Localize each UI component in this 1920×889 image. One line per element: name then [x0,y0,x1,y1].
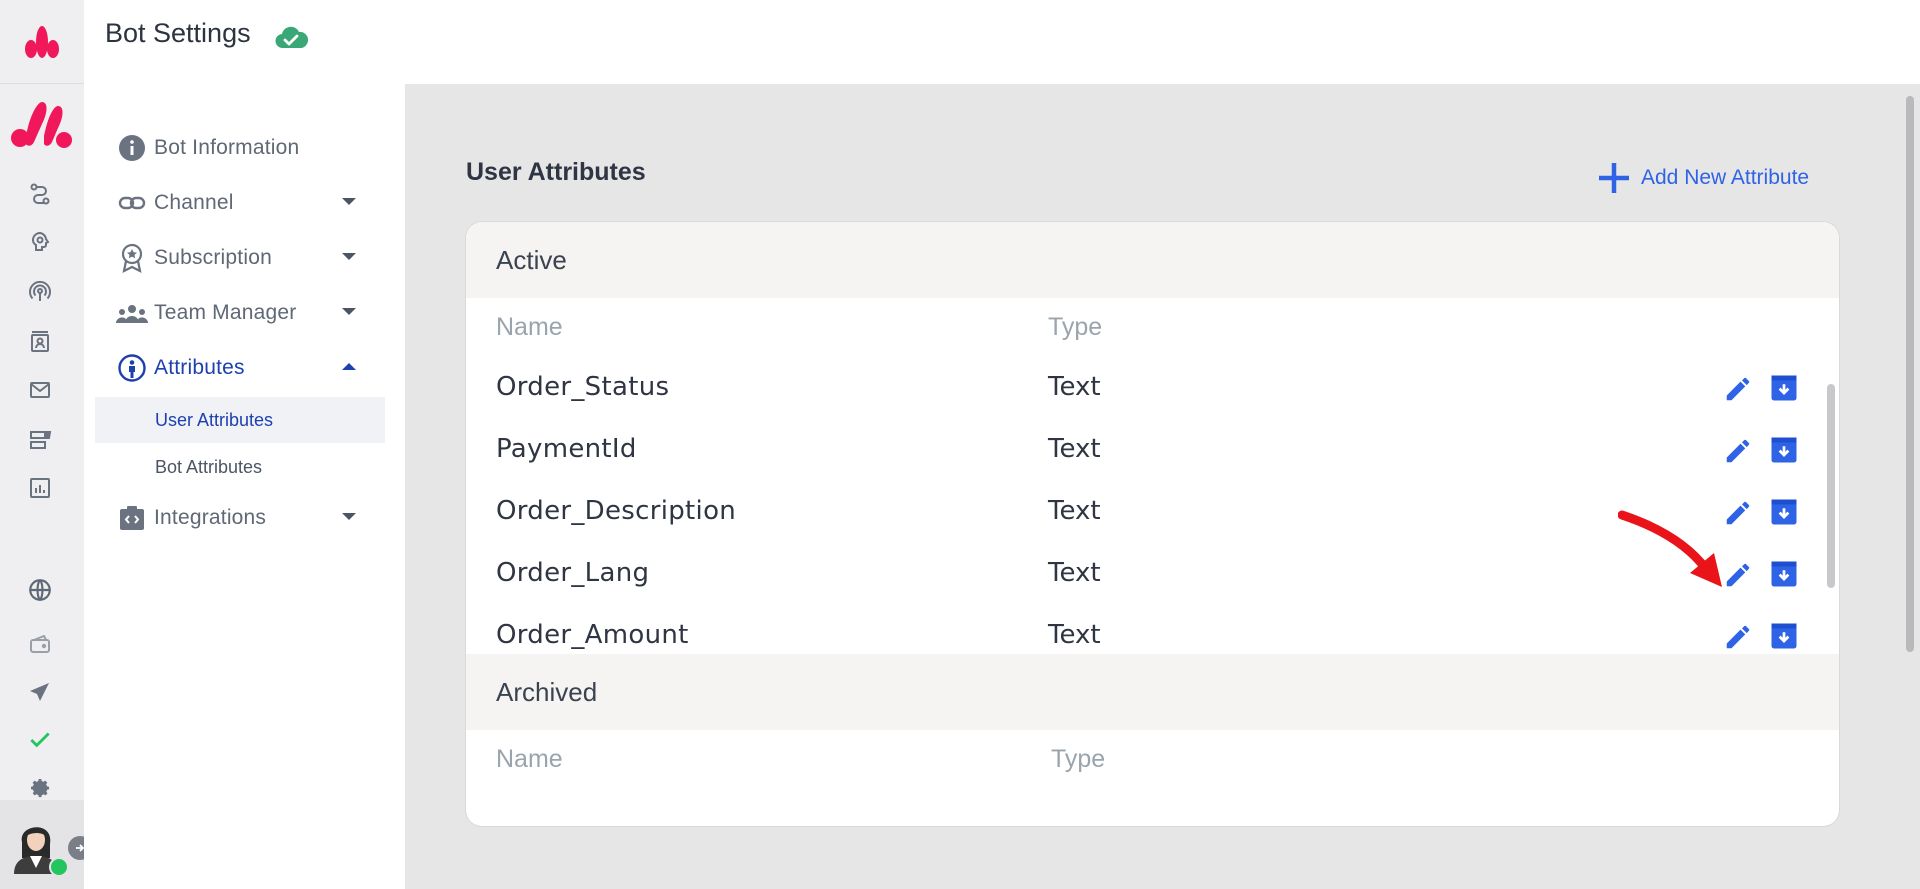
brain-icon[interactable] [26,228,54,256]
attribute-type: Text [1048,558,1101,588]
attributes-card: Active Name Type Order_Status Text Payme… [466,222,1839,826]
attribute-name: Order_Lang [496,558,650,588]
add-new-attribute-button[interactable]: Add New Attribute [1597,161,1809,195]
nav-item-subscription[interactable]: Subscription [94,236,384,280]
app-logo-small[interactable] [0,0,84,84]
main-content: User Attributes Add New Attribute Active… [405,84,1920,889]
edit-icon[interactable] [1723,622,1753,652]
badge-icon [116,242,148,274]
globe-icon[interactable] [26,576,54,604]
attribute-name: PaymentId [496,434,637,464]
team-icon [116,297,148,329]
archive-icon[interactable] [1769,435,1799,465]
brand-logo-large[interactable] [10,94,74,150]
attribute-name: Order_Description [496,496,737,526]
nav-item-label: Subscription [154,246,272,269]
settings-icon[interactable] [26,774,54,802]
edit-icon[interactable] [1723,498,1753,528]
flow-icon[interactable] [26,180,54,208]
chevron-up-icon [342,363,356,370]
edit-icon[interactable] [1723,374,1753,404]
plus-icon [1599,163,1629,193]
section-title: User Attributes [466,158,646,186]
attribute-name: Order_Status [496,372,670,402]
dashboard-icon[interactable] [26,426,54,454]
online-status-dot [49,857,69,877]
edit-icon[interactable] [1723,436,1753,466]
analytics-icon[interactable] [26,474,54,502]
attribute-type: Text [1048,496,1101,526]
name-column-header: Name [496,313,563,341]
user-profile[interactable] [0,800,92,889]
table-row: Order_Lang Text [466,544,1839,606]
nav-item-team-manager[interactable]: Team Manager [94,291,384,335]
chevron-down-icon [342,253,356,260]
send-icon[interactable] [26,678,54,706]
nav-item-label: Attributes [154,356,245,379]
nav-item-label: Team Manager [154,301,297,324]
mail-icon[interactable] [26,376,54,404]
attribute-type: Text [1048,372,1101,402]
archive-icon[interactable] [1769,559,1799,589]
nav-item-attributes[interactable]: Attributes [94,346,384,390]
attribute-type: Text [1048,620,1101,650]
nav-item-label: Integrations [154,506,267,529]
link-icon [116,187,148,219]
page-title: Bot Settings [105,18,251,48]
chevron-down-icon [342,308,356,315]
archive-icon[interactable] [1769,373,1799,403]
add-new-attribute-label: Add New Attribute [1641,166,1810,189]
brand-logo-icon [25,25,59,58]
active-attributes-list[interactable]: Name Type Order_Status Text PaymentId Te… [466,298,1839,654]
archive-icon[interactable] [1769,497,1799,527]
archive-icon[interactable] [1769,621,1799,651]
archived-group-header: Archived [466,654,1839,730]
archived-type-column-header: Type [1051,745,1106,773]
table-row: Order_Status Text [466,358,1839,420]
person-icon [116,352,148,384]
nav-item-channel[interactable]: Channel [94,181,384,225]
sub-item-user-attributes[interactable]: User Attributes [95,397,385,443]
active-list-scrollbar[interactable] [1827,384,1835,588]
cloud-saved-icon [275,26,308,49]
page-scrollbar[interactable] [1906,96,1914,652]
settings-nav: Bot Information Channel Subscription Tea… [84,84,405,889]
chevron-down-icon [342,198,356,205]
attribute-type: Text [1048,434,1101,464]
chevron-down-icon [342,513,356,520]
contacts-icon[interactable] [26,328,54,356]
type-column-header: Type [1048,313,1103,341]
table-row: Order_Description Text [466,482,1839,544]
archived-name-column-header: Name [496,745,563,773]
table-row: Order_Amount Text [466,606,1839,654]
edit-icon[interactable] [1723,560,1753,590]
nav-item-label: Channel [154,191,234,214]
brand-logo-icon [11,102,72,148]
icon-rail [0,0,92,889]
active-group-header: Active [466,222,1839,298]
nav-item-bot-information[interactable]: Bot Information [94,126,384,170]
table-row: PaymentId Text [466,420,1839,482]
broadcast-icon[interactable] [26,278,54,306]
attribute-name: Order_Amount [496,620,689,650]
wallet-icon[interactable] [26,630,54,658]
page-header: Bot Settings [84,0,1920,84]
sub-item-bot-attributes[interactable]: Bot Attributes [95,444,385,490]
info-icon [116,132,148,164]
nav-item-integrations[interactable]: Integrations [94,496,384,540]
check-icon[interactable] [26,726,54,754]
integrations-icon [116,502,148,534]
nav-item-label: Bot Information [154,136,300,159]
